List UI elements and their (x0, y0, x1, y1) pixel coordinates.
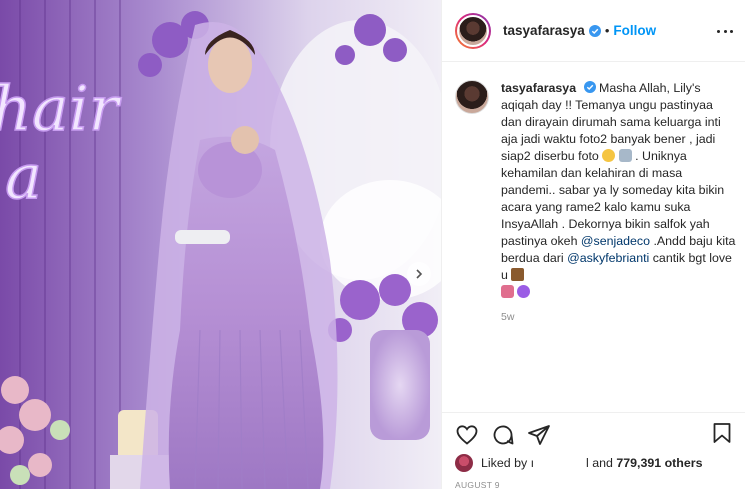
avatar[interactable] (455, 12, 491, 49)
verified-icon (588, 24, 601, 37)
tulip-emoji-icon (501, 285, 514, 298)
caption-text: tasyafarasya Masha Allah, Lily's aqiqah … (501, 80, 737, 301)
heart-icon[interactable] (455, 423, 479, 447)
pray-emoji-icon (618, 149, 632, 162)
post-date: AUGUST 9 (455, 480, 500, 489)
post-header: tasyafarasya • Follow (442, 0, 745, 62)
caption-line: dan dirayain dirumah sama keluarga (501, 115, 702, 129)
bookmark-icon[interactable] (711, 422, 733, 444)
follow-button[interactable]: Follow (613, 23, 656, 38)
next-photo-button[interactable] (407, 262, 431, 286)
mention-link[interactable]: @askyfebrianti (567, 251, 649, 265)
post-photo[interactable]: hair a (0, 0, 441, 489)
smile-emoji-icon (602, 149, 616, 162)
neon-sign-text-2: a (5, 140, 42, 213)
separator-dot: • (604, 23, 610, 38)
comment-icon[interactable] (491, 423, 515, 447)
photo-image: hair a (0, 0, 441, 489)
caption-avatar[interactable] (455, 80, 489, 114)
likes-row: Liked by ı l and 779,391 others (455, 454, 702, 472)
purple-heart-emoji-icon (517, 285, 531, 298)
verified-icon (583, 81, 596, 93)
liked-by-suffix: l and (586, 456, 613, 470)
action-bar (442, 412, 745, 456)
likes-count[interactable]: 779,391 others (616, 456, 702, 470)
more-icon[interactable] (717, 23, 733, 39)
share-icon[interactable] (527, 423, 551, 447)
chevron-right-icon (416, 269, 423, 279)
post-time-ago[interactable]: 5w (501, 311, 514, 323)
liker-avatar[interactable] (455, 454, 473, 472)
caption-line: Masha Allah, Lily's (599, 81, 701, 95)
caption-block: tasyafarasya Masha Allah, Lily's aqiqah … (455, 80, 737, 301)
butterfly-emoji-icon (511, 268, 525, 281)
post-sidebar: tasyafarasya • Follow tasyafarasya Masha… (441, 0, 745, 489)
header-username[interactable]: tasyafarasya (503, 23, 585, 38)
caption-username[interactable]: tasyafarasya (501, 81, 576, 95)
neon-sign-text: hair (0, 72, 122, 145)
mention-link[interactable]: @senjadeco (581, 234, 650, 248)
caption-line: aqiqah day !! Temanya ungu pastinyaa (501, 98, 713, 112)
liked-by-prefix: Liked by ı (481, 456, 535, 470)
